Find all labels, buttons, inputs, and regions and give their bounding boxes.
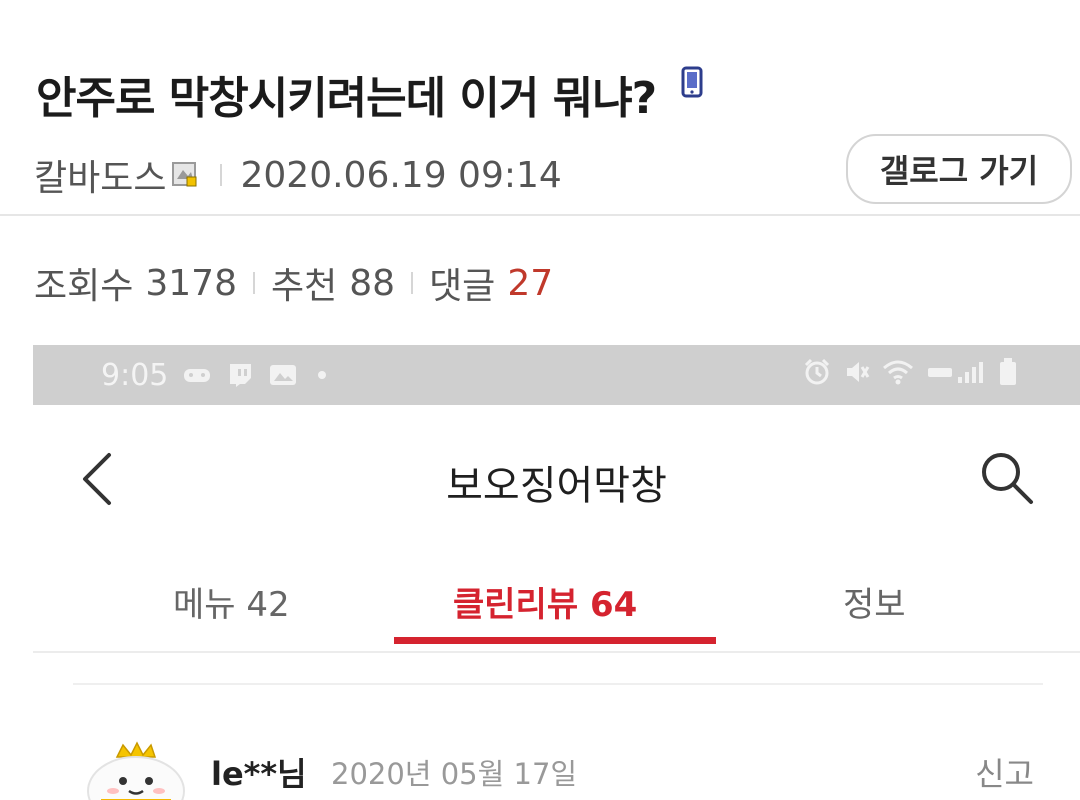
battery-icon	[998, 357, 1018, 387]
comments-label[interactable]: 댓글	[429, 257, 495, 309]
stats-divider	[253, 272, 255, 294]
tab-menu[interactable]: 메뉴 42	[173, 577, 290, 626]
review-item: le**님 2020년 05월 17일 신고	[33, 725, 1080, 800]
status-time: 9:05	[101, 357, 169, 393]
gamepad-icon	[182, 364, 212, 386]
tab-info[interactable]: 정보	[843, 577, 906, 626]
gallery-icon	[268, 362, 298, 388]
recommend-label: 추천	[271, 266, 338, 307]
search-button[interactable]	[978, 449, 1036, 511]
search-icon	[982, 453, 1033, 504]
header-divider	[0, 214, 1080, 216]
views-label: 조회수	[34, 266, 134, 307]
report-button[interactable]: 신고	[975, 749, 1034, 795]
phone-status-bar: 9:05	[33, 345, 1080, 405]
lte-signal-icon	[926, 358, 986, 386]
mobile-icon	[681, 60, 703, 111]
comments-count[interactable]: 27	[507, 263, 553, 304]
post-stats: 조회수 3178 추천 88 댓글 27	[34, 258, 553, 308]
notification-dot-icon	[312, 365, 332, 385]
stats-divider	[411, 272, 414, 294]
post-title-text: 안주로 막창시키려는데 이거 뭐냐?	[36, 73, 657, 124]
section-divider	[73, 683, 1043, 685]
app-title: 보오징어막창	[446, 463, 667, 509]
fixed-nick-icon	[172, 162, 198, 188]
review-tabs: 메뉴 42 클린리뷰 64 정보	[33, 555, 1080, 655]
meta-divider	[220, 164, 223, 186]
reviewer-name: le**님	[211, 755, 307, 793]
post-datetime: 2020.06.19 09:14	[240, 154, 562, 196]
mute-icon	[844, 357, 870, 387]
tab-clean-review[interactable]: 클린리뷰 64	[453, 577, 637, 626]
app-header: 보오징어막창	[33, 405, 1080, 555]
twitch-icon	[226, 361, 254, 389]
post-title: 안주로 막창시키려는데 이거 뭐냐?	[36, 62, 703, 126]
avatar	[79, 741, 189, 800]
author-name[interactable]: 칼바도스	[34, 149, 166, 201]
embedded-screenshot: 9:05 보오징어막창 메뉴 42 클린리뷰 64 정보 le**님 2020년…	[33, 345, 1080, 800]
review-date: 2020년 05월 17일	[331, 757, 578, 791]
tabs-divider	[33, 651, 1080, 653]
post-meta: 칼바도스 2020.06.19 09:14	[34, 150, 562, 200]
views-count: 3178	[145, 262, 237, 304]
alarm-icon	[802, 357, 832, 387]
recommend-count: 88	[349, 262, 396, 304]
gallog-button[interactable]: 갤로그 가기	[846, 134, 1072, 204]
wifi-icon	[882, 358, 914, 386]
status-right-icons	[802, 357, 1018, 387]
active-tab-indicator	[394, 637, 716, 644]
